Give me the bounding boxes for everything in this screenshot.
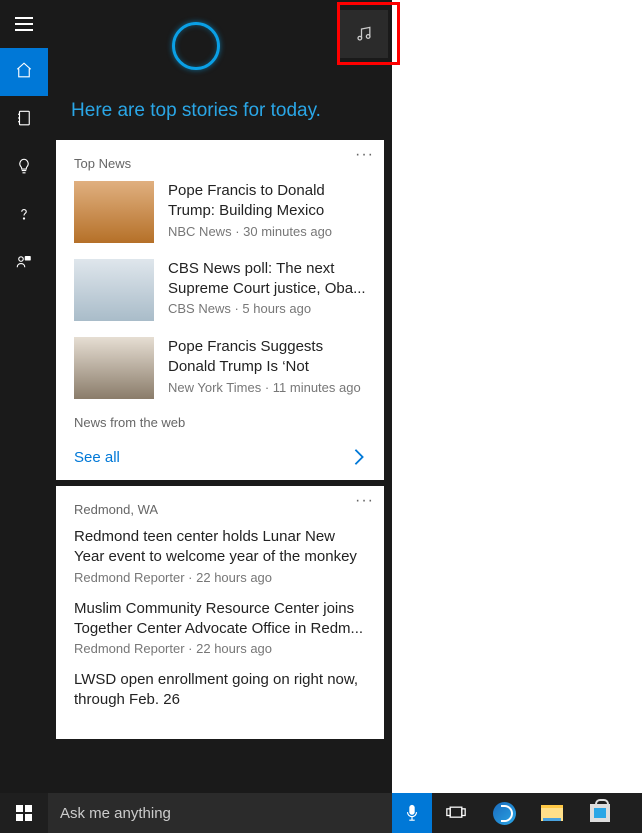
story-thumbnail	[74, 181, 154, 243]
cortana-sidebar	[0, 0, 48, 793]
news-from-web-label: News from the web	[74, 415, 366, 430]
cortana-header: Here are top stories for today.	[0, 0, 392, 140]
cortana-ring-icon	[172, 22, 220, 70]
question-icon	[15, 205, 33, 228]
story-thumbnail	[74, 259, 154, 321]
search-placeholder: Ask me anything	[60, 805, 171, 822]
sidebar-notebook[interactable]	[0, 96, 48, 144]
cortana-search-box[interactable]: Ask me anything	[48, 793, 392, 833]
microphone-icon	[405, 804, 419, 822]
sidebar-home[interactable]	[0, 48, 48, 96]
music-search-button[interactable]	[340, 10, 388, 58]
story-meta: NBC News · 30 minutes ago	[168, 224, 366, 239]
microphone-button[interactable]	[392, 793, 432, 833]
edge-button[interactable]	[480, 793, 528, 833]
music-note-icon	[354, 24, 374, 44]
task-view-button[interactable]	[432, 793, 480, 833]
local-news-label: Redmond, WA	[74, 502, 366, 517]
story-meta: Redmond Reporter · 22 hours ago	[74, 570, 366, 585]
news-story[interactable]: LWSD open enrollment going on right now,…	[74, 670, 366, 711]
taskbar: Ask me anything	[0, 793, 642, 833]
local-news-card: ··· Redmond, WA Redmond teen center hold…	[56, 486, 384, 739]
task-view-icon	[446, 805, 466, 821]
news-story[interactable]: Pope Francis Suggests Donald Trump Is ‘N…	[74, 337, 366, 399]
sidebar-help[interactable]	[0, 192, 48, 240]
story-title: Pope Francis to Donald Trump: Building M…	[168, 181, 366, 221]
file-explorer-button[interactable]	[528, 793, 576, 833]
story-title: LWSD open enrollment going on right now,…	[74, 670, 366, 711]
story-meta: CBS News · 5 hours ago	[168, 301, 366, 316]
card-more-button[interactable]: ···	[355, 492, 374, 510]
feedback-icon	[15, 253, 33, 276]
see-all-button[interactable]: See all	[74, 444, 366, 466]
story-title: Muslim Community Resource Center joins T…	[74, 599, 366, 640]
news-story[interactable]: Muslim Community Resource Center joins T…	[74, 599, 366, 657]
start-button[interactable]	[0, 793, 48, 833]
lightbulb-icon	[15, 157, 33, 180]
chevron-right-icon	[352, 448, 366, 466]
story-title: Redmond teen center holds Lunar New Year…	[74, 527, 366, 568]
windows-logo-icon	[16, 805, 32, 821]
story-title: CBS News poll: The next Supreme Court ju…	[168, 259, 366, 298]
sidebar-tips[interactable]	[0, 144, 48, 192]
story-title: Pope Francis Suggests Donald Trump Is ‘N…	[168, 337, 366, 377]
home-icon	[15, 61, 33, 84]
sidebar-feedback[interactable]	[0, 240, 48, 288]
top-news-card: ··· Top News Pope Francis to Donald Trum…	[56, 140, 384, 480]
story-meta: Redmond Reporter · 22 hours ago	[74, 641, 366, 656]
greeting-text: Here are top stories for today.	[0, 100, 392, 122]
news-story[interactable]: Redmond teen center holds Lunar New Year…	[74, 527, 366, 585]
store-icon	[590, 804, 610, 822]
see-all-label: See all	[74, 449, 120, 466]
story-meta: New York Times · 11 minutes ago	[168, 380, 366, 395]
folder-icon	[541, 805, 563, 821]
notebook-icon	[15, 109, 33, 132]
edge-icon	[493, 802, 516, 825]
cortana-content: ··· Top News Pope Francis to Donald Trum…	[56, 140, 384, 793]
cortana-panel: Here are top stories for today. ··· Top …	[0, 0, 392, 793]
hamburger-icon	[15, 17, 33, 31]
card-more-button[interactable]: ···	[355, 146, 374, 164]
story-thumbnail	[74, 337, 154, 399]
top-news-label: Top News	[74, 156, 366, 171]
news-story[interactable]: Pope Francis to Donald Trump: Building M…	[74, 181, 366, 243]
store-button[interactable]	[576, 793, 624, 833]
menu-button[interactable]	[0, 0, 48, 48]
news-story[interactable]: CBS News poll: The next Supreme Court ju…	[74, 259, 366, 321]
